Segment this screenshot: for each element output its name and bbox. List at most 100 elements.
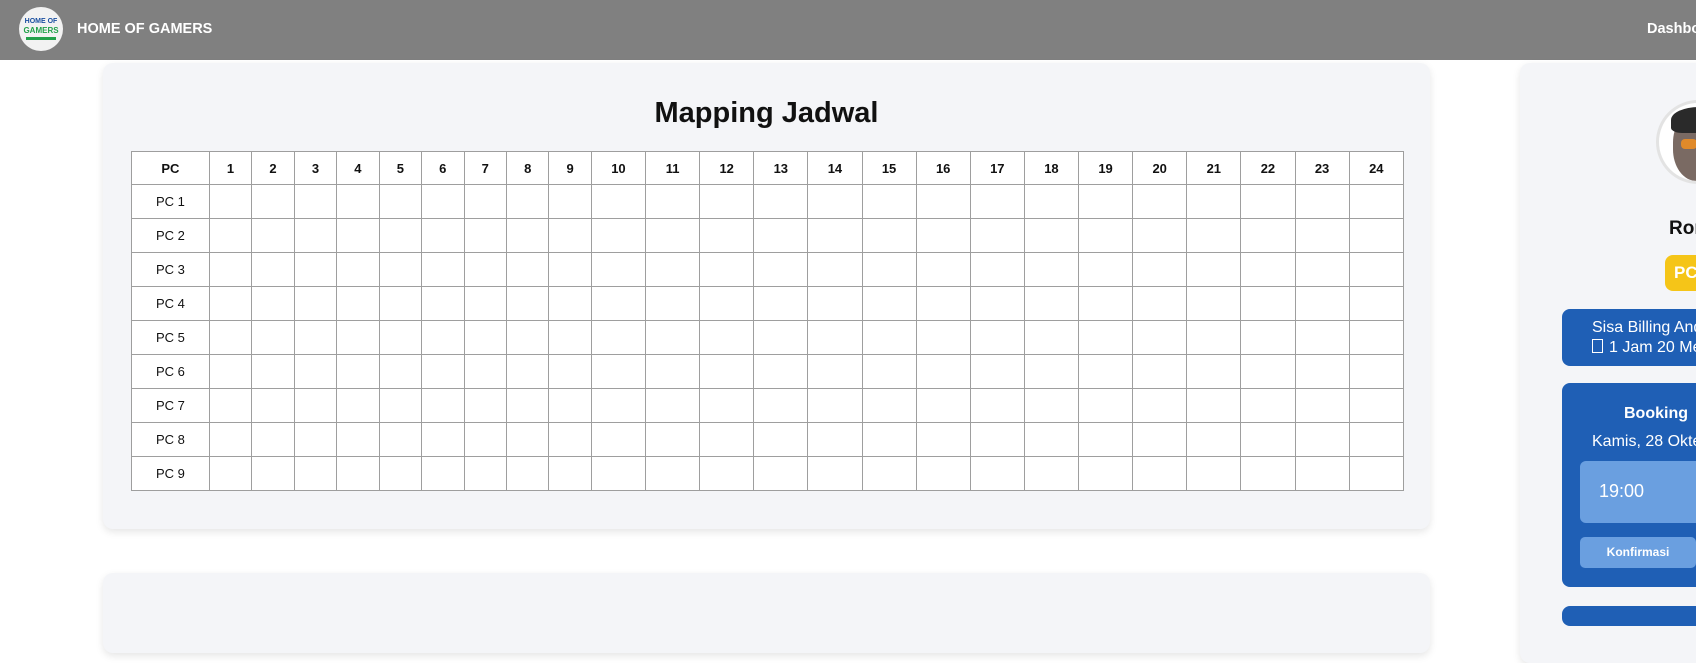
schedule-slot-cell[interactable]	[807, 252, 863, 287]
schedule-slot-cell[interactable]	[1294, 184, 1350, 219]
schedule-slot-cell[interactable]	[969, 354, 1025, 389]
schedule-slot-cell[interactable]	[1348, 456, 1405, 491]
schedule-slot-cell[interactable]	[807, 184, 863, 219]
schedule-slot-cell[interactable]	[1186, 320, 1242, 355]
schedule-slot-cell[interactable]	[699, 320, 755, 355]
schedule-slot-cell[interactable]	[753, 184, 809, 219]
schedule-slot-cell[interactable]	[463, 286, 507, 321]
schedule-slot-cell[interactable]	[463, 320, 507, 355]
schedule-slot-cell[interactable]	[1240, 286, 1296, 321]
schedule-slot-cell[interactable]	[336, 422, 380, 457]
schedule-slot-cell[interactable]	[293, 320, 338, 355]
schedule-slot-cell[interactable]	[251, 218, 295, 253]
schedule-slot-cell[interactable]	[421, 320, 465, 355]
schedule-slot-cell[interactable]	[293, 456, 338, 491]
schedule-slot-cell[interactable]	[807, 354, 863, 389]
schedule-slot-cell[interactable]	[1186, 422, 1242, 457]
schedule-slot-cell[interactable]	[969, 286, 1025, 321]
schedule-slot-cell[interactable]	[208, 252, 253, 287]
schedule-slot-cell[interactable]	[1348, 184, 1405, 219]
schedule-slot-cell[interactable]	[293, 252, 338, 287]
schedule-slot-cell[interactable]	[293, 218, 338, 253]
schedule-slot-cell[interactable]	[548, 286, 592, 321]
schedule-slot-cell[interactable]	[1023, 456, 1080, 491]
schedule-slot-cell[interactable]	[1132, 252, 1188, 287]
schedule-slot-cell[interactable]	[969, 184, 1025, 219]
schedule-slot-cell[interactable]	[463, 184, 507, 219]
schedule-slot-cell[interactable]	[861, 252, 917, 287]
schedule-slot-cell[interactable]	[644, 456, 701, 491]
schedule-slot-cell[interactable]	[969, 218, 1025, 253]
schedule-slot-cell[interactable]	[421, 286, 465, 321]
schedule-slot-cell[interactable]	[208, 184, 253, 219]
confirm-button[interactable]: Konfirmasi	[1580, 537, 1696, 568]
schedule-slot-cell[interactable]	[251, 456, 295, 491]
schedule-slot-cell[interactable]	[1294, 354, 1350, 389]
schedule-slot-cell[interactable]	[1186, 218, 1242, 253]
schedule-slot-cell[interactable]	[548, 184, 592, 219]
schedule-slot-cell[interactable]	[590, 218, 647, 253]
schedule-slot-cell[interactable]	[1023, 286, 1080, 321]
schedule-slot-cell[interactable]	[293, 286, 338, 321]
schedule-slot-cell[interactable]	[1023, 354, 1080, 389]
schedule-slot-cell[interactable]	[1240, 422, 1296, 457]
schedule-slot-cell[interactable]	[644, 354, 701, 389]
schedule-slot-cell[interactable]	[644, 218, 701, 253]
schedule-slot-cell[interactable]	[807, 388, 863, 423]
schedule-slot-cell[interactable]	[753, 388, 809, 423]
schedule-slot-cell[interactable]	[753, 252, 809, 287]
schedule-slot-cell[interactable]	[1186, 286, 1242, 321]
schedule-slot-cell[interactable]	[915, 252, 971, 287]
schedule-slot-cell[interactable]	[644, 422, 701, 457]
schedule-slot-cell[interactable]	[753, 286, 809, 321]
schedule-slot-cell[interactable]	[378, 184, 423, 219]
schedule-slot-cell[interactable]	[861, 184, 917, 219]
schedule-slot-cell[interactable]	[915, 184, 971, 219]
schedule-slot-cell[interactable]	[421, 456, 465, 491]
schedule-slot-cell[interactable]	[251, 184, 295, 219]
schedule-slot-cell[interactable]	[505, 456, 550, 491]
schedule-slot-cell[interactable]	[378, 320, 423, 355]
schedule-slot-cell[interactable]	[807, 456, 863, 491]
schedule-slot-cell[interactable]	[915, 456, 971, 491]
schedule-slot-cell[interactable]	[699, 388, 755, 423]
schedule-slot-cell[interactable]	[1077, 184, 1134, 219]
schedule-slot-cell[interactable]	[1132, 320, 1188, 355]
schedule-slot-cell[interactable]	[251, 422, 295, 457]
schedule-slot-cell[interactable]	[505, 354, 550, 389]
schedule-slot-cell[interactable]	[1132, 218, 1188, 253]
schedule-slot-cell[interactable]	[463, 218, 507, 253]
schedule-slot-cell[interactable]	[505, 218, 550, 253]
schedule-slot-cell[interactable]	[336, 252, 380, 287]
schedule-slot-cell[interactable]	[505, 388, 550, 423]
schedule-slot-cell[interactable]	[208, 320, 253, 355]
schedule-slot-cell[interactable]	[807, 218, 863, 253]
schedule-slot-cell[interactable]	[1240, 184, 1296, 219]
schedule-slot-cell[interactable]	[293, 422, 338, 457]
schedule-slot-cell[interactable]	[208, 456, 253, 491]
schedule-slot-cell[interactable]	[208, 218, 253, 253]
schedule-slot-cell[interactable]	[590, 320, 647, 355]
schedule-slot-cell[interactable]	[463, 252, 507, 287]
schedule-slot-cell[interactable]	[1348, 422, 1405, 457]
schedule-slot-cell[interactable]	[378, 286, 423, 321]
schedule-slot-cell[interactable]	[1132, 354, 1188, 389]
schedule-slot-cell[interactable]	[548, 320, 592, 355]
schedule-slot-cell[interactable]	[1186, 184, 1242, 219]
schedule-slot-cell[interactable]	[548, 388, 592, 423]
schedule-slot-cell[interactable]	[505, 252, 550, 287]
schedule-slot-cell[interactable]	[1348, 286, 1405, 321]
schedule-slot-cell[interactable]	[861, 286, 917, 321]
schedule-slot-cell[interactable]	[463, 456, 507, 491]
schedule-slot-cell[interactable]	[861, 422, 917, 457]
schedule-slot-cell[interactable]	[969, 388, 1025, 423]
schedule-slot-cell[interactable]	[590, 388, 647, 423]
schedule-slot-cell[interactable]	[807, 422, 863, 457]
schedule-slot-cell[interactable]	[251, 286, 295, 321]
schedule-slot-cell[interactable]	[915, 354, 971, 389]
schedule-slot-cell[interactable]	[1294, 252, 1350, 287]
schedule-slot-cell[interactable]	[378, 388, 423, 423]
schedule-slot-cell[interactable]	[1077, 422, 1134, 457]
schedule-slot-cell[interactable]	[644, 184, 701, 219]
schedule-slot-cell[interactable]	[969, 252, 1025, 287]
